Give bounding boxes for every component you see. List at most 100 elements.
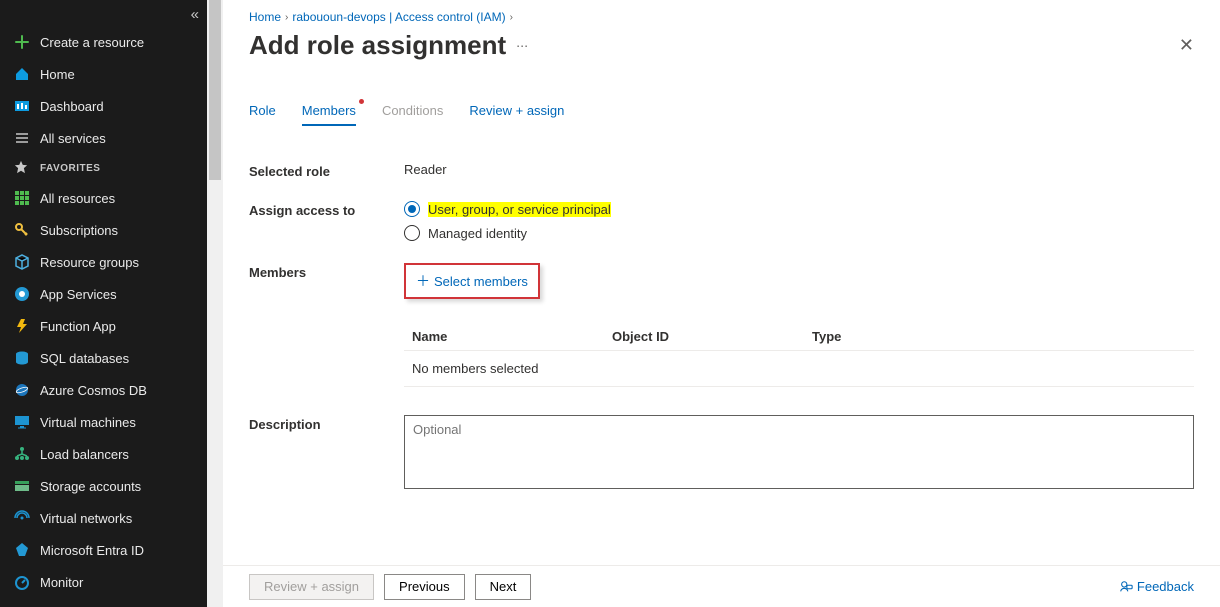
form-area: Selected role Reader Assign access to Us…: [249, 144, 1194, 489]
favorites-header: FAVORITES: [0, 154, 207, 182]
sidebar-item-label: Load balancers: [40, 447, 129, 462]
main-content: Home › rabououn-devops | Access control …: [223, 0, 1220, 607]
vnet-icon: [14, 510, 30, 526]
dashboard-icon: [14, 98, 30, 114]
selected-role-value: Reader: [404, 162, 447, 177]
plus-icon: [14, 34, 30, 50]
tabs: Role Members Conditions Review + assign: [249, 103, 1194, 126]
sidebar-item-virtual-networks[interactable]: Virtual networks: [0, 502, 207, 534]
sidebar-item-label: Resource groups: [40, 255, 139, 270]
tab-members-label: Members: [302, 103, 356, 118]
sidebar-item-label: Virtual machines: [40, 415, 136, 430]
previous-button[interactable]: Previous: [384, 574, 465, 600]
members-table-header: Name Object ID Type: [404, 323, 1194, 351]
grid-icon: [14, 190, 30, 206]
home-icon: [14, 66, 30, 82]
sidebar-item-sql-databases[interactable]: SQL databases: [0, 342, 207, 374]
sidebar-item-label: Create a resource: [40, 35, 144, 50]
sidebar-item-all-services[interactable]: All services: [0, 122, 207, 154]
sidebar-item-storage-accounts[interactable]: Storage accounts: [0, 470, 207, 502]
next-button[interactable]: Next: [475, 574, 532, 600]
footer: Review + assign Previous Next Feedback: [223, 565, 1220, 607]
sidebar-item-home[interactable]: Home: [0, 58, 207, 90]
load-balancer-icon: [14, 446, 30, 462]
page-title: Add role assignment: [249, 30, 506, 61]
feedback-icon: [1119, 580, 1133, 594]
sidebar-nav: « Create a resource Home Dashboard All s…: [0, 0, 207, 607]
list-icon: [14, 130, 30, 146]
sidebar-item-label: Storage accounts: [40, 479, 141, 494]
select-members-label: Select members: [434, 274, 528, 289]
sidebar-scrollbar[interactable]: [207, 0, 223, 607]
star-icon: [14, 160, 30, 176]
sidebar-item-resource-groups[interactable]: Resource groups: [0, 246, 207, 278]
sidebar-item-label: Virtual networks: [40, 511, 132, 526]
radio-user-label: User, group, or service principal: [428, 202, 611, 217]
tab-review-assign[interactable]: Review + assign: [469, 103, 564, 126]
chevron-right-icon: ›: [285, 12, 288, 23]
function-icon: [14, 318, 30, 334]
assign-access-label: Assign access to: [249, 201, 404, 218]
key-icon: [14, 222, 30, 238]
select-members-highlight-box: ＋ Select members: [404, 263, 540, 299]
radio-checked-icon: [404, 201, 420, 217]
assign-access-radio-group: User, group, or service principal Manage…: [404, 201, 611, 241]
app-services-icon: [14, 286, 30, 302]
sidebar-item-load-balancers[interactable]: Load balancers: [0, 438, 207, 470]
sidebar-item-label: Subscriptions: [40, 223, 118, 238]
sidebar-item-label: Home: [40, 67, 75, 82]
sidebar-item-subscriptions[interactable]: Subscriptions: [0, 214, 207, 246]
breadcrumb-home[interactable]: Home: [249, 10, 281, 24]
members-table-empty: No members selected: [404, 351, 1194, 387]
cube-group-icon: [14, 254, 30, 270]
sidebar-item-entra-id[interactable]: Microsoft Entra ID: [0, 534, 207, 566]
feedback-link[interactable]: Feedback: [1119, 579, 1194, 594]
sidebar-item-cosmos-db[interactable]: Azure Cosmos DB: [0, 374, 207, 406]
description-input[interactable]: [404, 415, 1194, 489]
sidebar-item-label: Function App: [40, 319, 116, 334]
entra-icon: [14, 542, 30, 558]
sidebar-item-label: Microsoft Entra ID: [40, 543, 144, 558]
breadcrumb-item[interactable]: rabououn-devops | Access control (IAM): [292, 10, 505, 24]
sidebar-item-monitor[interactable]: Monitor: [0, 566, 207, 598]
sidebar-item-dashboard[interactable]: Dashboard: [0, 90, 207, 122]
radio-unchecked-icon: [404, 225, 420, 241]
sql-icon: [14, 350, 30, 366]
review-assign-button: Review + assign: [249, 574, 374, 600]
sidebar-item-label: All services: [40, 131, 106, 146]
description-label: Description: [249, 415, 404, 489]
more-icon[interactable]: ⋯: [516, 39, 528, 53]
sidebar-item-create-resource[interactable]: Create a resource: [0, 26, 207, 58]
col-type-header: Type: [812, 329, 1186, 344]
sidebar-item-function-app[interactable]: Function App: [0, 310, 207, 342]
sidebar-item-virtual-machines[interactable]: Virtual machines: [0, 406, 207, 438]
radio-managed-identity[interactable]: Managed identity: [404, 225, 611, 241]
vm-icon: [14, 414, 30, 430]
radio-managed-label: Managed identity: [428, 226, 527, 241]
members-label: Members: [249, 263, 404, 280]
feedback-label: Feedback: [1137, 579, 1194, 594]
tab-badge-dot: [359, 99, 364, 104]
sidebar-item-label: App Services: [40, 287, 117, 302]
sidebar-item-label: SQL databases: [40, 351, 129, 366]
sidebar-item-app-services[interactable]: App Services: [0, 278, 207, 310]
monitor-icon: [14, 574, 30, 590]
col-name-header: Name: [412, 329, 612, 344]
scrollbar-thumb[interactable]: [209, 0, 221, 180]
cosmos-db-icon: [14, 382, 30, 398]
sidebar-item-all-resources[interactable]: All resources: [0, 182, 207, 214]
select-members-link[interactable]: ＋ Select members: [416, 271, 528, 291]
tab-members[interactable]: Members: [302, 103, 356, 126]
sidebar-item-label: Azure Cosmos DB: [40, 383, 147, 398]
collapse-sidebar-icon[interactable]: «: [191, 6, 199, 23]
sidebar-item-label: Monitor: [40, 575, 83, 590]
chevron-right-icon: ›: [510, 12, 513, 23]
plus-icon: ＋: [416, 271, 430, 291]
favorites-header-label: FAVORITES: [40, 163, 100, 174]
radio-user-group-sp[interactable]: User, group, or service principal: [404, 201, 611, 217]
tab-conditions: Conditions: [382, 103, 443, 126]
selected-role-label: Selected role: [249, 162, 404, 179]
close-icon[interactable]: ✕: [1179, 35, 1194, 56]
tab-role[interactable]: Role: [249, 103, 276, 126]
storage-icon: [14, 478, 30, 494]
